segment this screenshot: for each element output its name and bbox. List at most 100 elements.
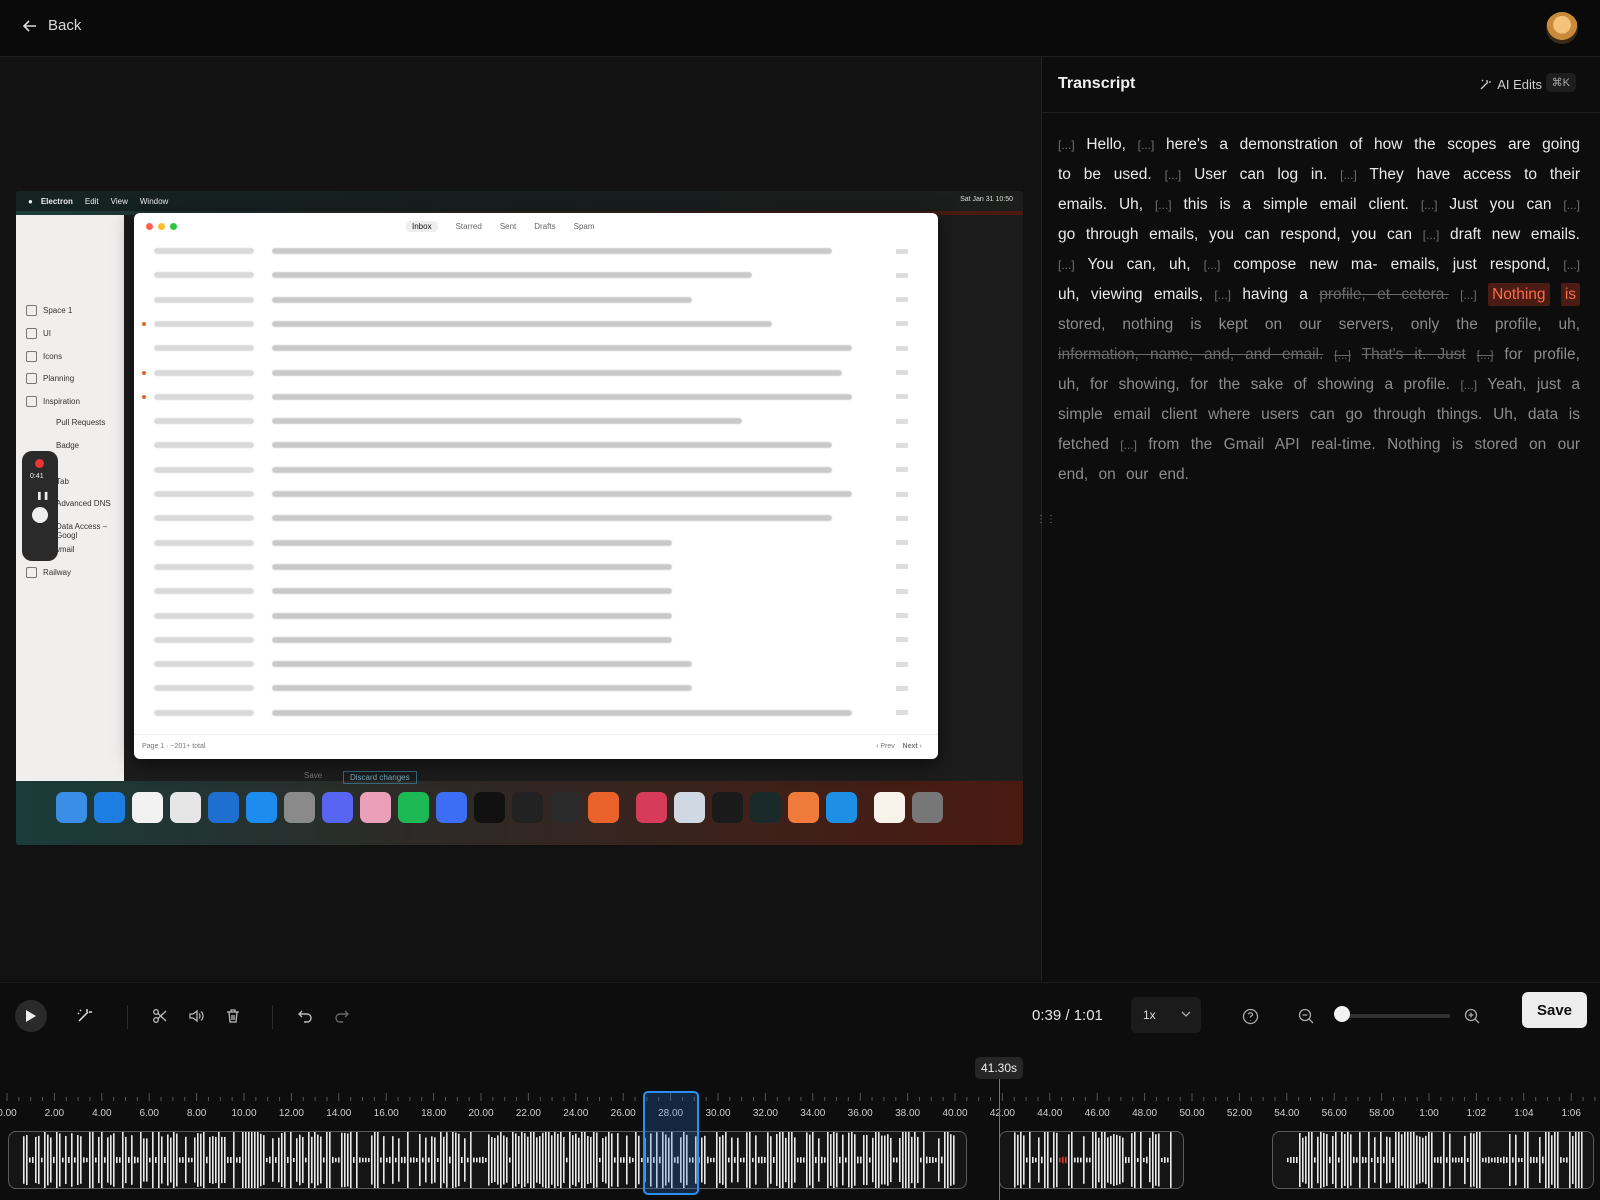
audio-clip-3[interactable]: [1272, 1131, 1594, 1189]
playhead[interactable]: [999, 1079, 1000, 1200]
undo-button[interactable]: [293, 983, 317, 1049]
magic-wand-button[interactable]: [72, 983, 96, 1049]
transcript-words[interactable]: this is a simple email client.: [1183, 196, 1409, 213]
ruler-tick-label: 54.00: [1274, 1108, 1300, 1119]
ruler-tick-label: 58.00: [1369, 1108, 1395, 1119]
arrow-left-icon: [22, 19, 36, 32]
pause-marker[interactable]: [...]: [1334, 348, 1351, 362]
audio-clip-2[interactable]: [999, 1131, 1184, 1189]
pause-marker[interactable]: [...]: [1340, 168, 1357, 182]
ai-edits-label: AI Edits: [1497, 77, 1542, 92]
pause-marker[interactable]: [...]: [1460, 288, 1477, 302]
transcript-words[interactable]: You can, uh,: [1087, 256, 1190, 273]
tab-inbox: Inbox: [406, 221, 438, 232]
transcript-words[interactable]: Hello,: [1086, 136, 1126, 153]
pause-marker[interactable]: [...]: [1155, 198, 1172, 212]
deleted-words[interactable]: profile, et cetera.: [1319, 286, 1448, 303]
tab-drafts: Drafts: [534, 222, 556, 231]
magic-wand-icon: [1480, 79, 1492, 89]
ruler-tick-label: 20.00: [468, 1108, 494, 1119]
recording-preview[interactable]: ● Electron Edit View Window Sat Jan 31 1…: [16, 191, 1023, 845]
pause-marker[interactable]: [...]: [1477, 348, 1494, 362]
close-icon: [146, 223, 153, 230]
pause-marker[interactable]: [...]: [1120, 438, 1137, 452]
pause-marker[interactable]: [...]: [1421, 198, 1438, 212]
highlighted-word[interactable]: Nothing: [1488, 283, 1550, 306]
playback-speed-select[interactable]: 1x: [1131, 997, 1201, 1033]
menubar-window: Window: [139, 196, 169, 206]
help-icon: [1242, 1008, 1258, 1024]
dock-app-icon: [826, 791, 857, 823]
pause-marker[interactable]: [...]: [1058, 258, 1075, 272]
ruler-tick-label: 14.00: [326, 1108, 352, 1119]
timeline[interactable]: 41.30s 0.00 2.00 4.00 6.00 8.00 10.00 12.00 14.…: [0, 1049, 1600, 1200]
sidebar-item: Railway: [26, 567, 71, 578]
redo-button[interactable]: [330, 983, 354, 1049]
transcript-words[interactable]: Just you can: [1449, 196, 1551, 213]
transcript-words[interactable]: stored, nothing is kept on our servers, …: [1058, 316, 1580, 333]
pause-marker[interactable]: [...]: [1058, 138, 1075, 152]
ruler-tick-label: 16.00: [373, 1108, 399, 1119]
zoom-slider-handle[interactable]: [1333, 1006, 1350, 1022]
ruler-tick-label: 48.00: [1132, 1108, 1158, 1119]
transcript-body[interactable]: [...] Hello, [...] here's a demonstratio…: [1058, 130, 1581, 490]
menubar-edit: Edit: [84, 196, 99, 206]
timeline-ruler: [6, 1093, 1596, 1101]
zoom-out-icon: [1298, 1008, 1313, 1023]
dock-app-icon: [246, 791, 277, 823]
zoom-in-button[interactable]: [1460, 983, 1484, 1049]
selected-segment[interactable]: [643, 1091, 699, 1195]
ruler-tick-label: 22.00: [515, 1108, 541, 1119]
dock-app-icon: [512, 791, 543, 823]
email-row: [154, 239, 918, 263]
highlighted-word[interactable]: is: [1560, 283, 1581, 306]
email-row: [154, 652, 918, 676]
sidebar-item: Pull Requests: [56, 418, 106, 427]
play-button[interactable]: [15, 1000, 47, 1032]
top-bar: Back: [0, 0, 1600, 57]
email-row: [154, 604, 918, 628]
audio-clip-1[interactable]: [8, 1131, 967, 1189]
transcript-words[interactable]: from the Gmail API real-time. Nothing is…: [1058, 436, 1580, 483]
drag-handle-icon[interactable]: ⋮⋮: [1036, 513, 1056, 527]
cut-button[interactable]: [148, 983, 172, 1049]
transcript-words[interactable]: uh, viewing emails,: [1058, 286, 1203, 303]
user-avatar[interactable]: [1546, 12, 1578, 44]
pause-marker[interactable]: [...]: [1214, 288, 1231, 302]
transcript-title: Transcript: [1058, 75, 1136, 92]
pause-marker[interactable]: [...]: [1563, 198, 1580, 212]
deleted-words[interactable]: That's it. Just: [1362, 346, 1466, 363]
minimize-icon: [158, 223, 165, 230]
help-button[interactable]: [1238, 983, 1262, 1049]
pause-marker[interactable]: [...]: [1460, 378, 1477, 392]
pause-marker[interactable]: [...]: [1138, 138, 1155, 152]
pause-marker[interactable]: [...]: [1165, 168, 1182, 182]
pause-marker[interactable]: [...]: [1423, 228, 1440, 242]
email-row: [142, 361, 918, 385]
shortcut-badge: ⌘K: [1545, 73, 1576, 92]
transcript-words[interactable]: compose new ma- emails, just respond,: [1233, 256, 1550, 273]
volume-button[interactable]: [184, 983, 208, 1049]
transcript-words[interactable]: draft new emails.: [1450, 226, 1580, 243]
transcript-words[interactable]: User can log in.: [1194, 166, 1327, 183]
ruler-tick-label: 4.00: [92, 1108, 112, 1119]
ruler-tick-label: 10.00: [231, 1108, 257, 1119]
zoom-out-button[interactable]: [1294, 983, 1318, 1049]
ruler-tick-label: 1:04: [1514, 1108, 1534, 1119]
save-small-button: Save: [304, 771, 323, 780]
save-button[interactable]: Save: [1522, 992, 1587, 1028]
deleted-words[interactable]: information, name, and, and email.: [1058, 346, 1323, 363]
back-button[interactable]: Back: [22, 17, 81, 34]
ai-edits-button[interactable]: AI Edits: [1479, 77, 1542, 92]
record-dot-icon: [35, 459, 44, 468]
delete-button[interactable]: [221, 983, 245, 1049]
sidebar-item: Badge: [56, 441, 80, 450]
ruler-tick-label: 30.00: [705, 1108, 731, 1119]
dock-app-icon: [636, 791, 667, 823]
transcript-words[interactable]: go through emails, you can respond, you …: [1058, 226, 1412, 243]
transcript-words[interactable]: having a: [1242, 286, 1308, 303]
pause-marker[interactable]: [...]: [1563, 258, 1580, 272]
pause-marker[interactable]: [...]: [1204, 258, 1221, 272]
ruler-tick-label: 32.00: [752, 1108, 778, 1119]
zoom-slider-track[interactable]: [1336, 1014, 1450, 1018]
